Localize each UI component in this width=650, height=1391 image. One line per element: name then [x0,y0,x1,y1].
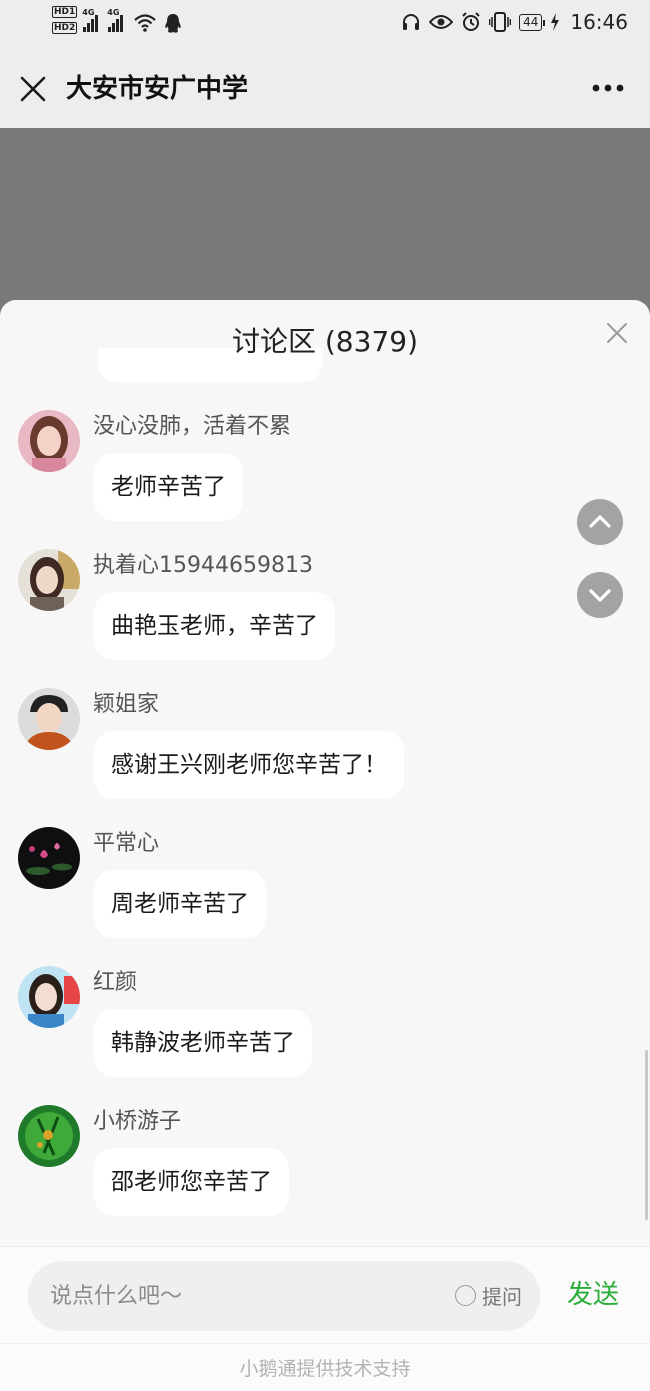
message-item: 颖姐家 感谢王兴刚老师您辛苦了！ [0,688,650,818]
more-icon [592,84,624,92]
radio-circle-icon [455,1285,476,1306]
scroll-up-button[interactable] [577,499,623,545]
comment-input[interactable] [50,1261,430,1331]
message-list[interactable]: 没心没肺，活着不累 老师辛苦了 执着心15944659813 曲艳玉老师，辛苦了 [0,300,650,1246]
close-icon [607,323,627,343]
message-bubble[interactable]: 曲艳玉老师，辛苦了 [94,592,335,660]
more-button[interactable] [588,76,628,100]
avatar[interactable] [18,688,80,750]
vibrate-icon [489,12,512,32]
status-right: 44 16:46 [401,10,628,34]
avatar-girl-sky-icon [18,966,80,1028]
hd2-badge: HD2 [52,22,78,34]
ask-question-toggle[interactable]: 提问 [455,1281,522,1310]
message-item: 平常心 周老师辛苦了 [0,827,650,957]
powered-by-footer: 小鹅通提供技术支持 [0,1343,650,1391]
message-item: 小桥游子 邵老师您辛苦了 [0,1105,650,1235]
scroll-down-button[interactable] [577,572,623,618]
status-bar: HD1 HD2 4G 4G 44 16:46 [0,0,650,50]
avatar-boy-icon [18,688,80,750]
footer-text: 小鹅通提供技术支持 [239,1358,411,1380]
chevron-up-icon [589,515,611,528]
hd1-badge: HD1 [52,6,78,18]
message-bubble[interactable]: 邵老师您辛苦了 [94,1148,289,1216]
avatar[interactable] [18,1105,80,1167]
wifi-icon [134,14,157,32]
headset-icon [403,14,420,30]
send-button[interactable]: 发送 [567,1275,619,1315]
discussion-close-button[interactable] [604,320,630,346]
chevron-down-icon [589,589,611,602]
discussion-panel: 没心没肺，活着不累 老师辛苦了 执着心15944659813 曲艳玉老师，辛苦了 [0,300,650,1391]
discussion-title: 讨论区 (8379) [231,325,418,358]
scrollbar[interactable] [645,1050,648,1220]
battery-indicator: 44 [519,13,546,31]
avatar[interactable] [18,827,80,889]
ask-question-label: 提问 [482,1285,522,1309]
avatar-lotus-icon [18,827,80,889]
eye-comfort-icon [429,15,454,29]
avatar[interactable] [18,966,80,1028]
close-button[interactable] [16,72,50,106]
signal-2-icon: 4G [107,8,127,32]
close-icon [20,76,46,102]
status-time: 16:46 [570,10,628,34]
message-item: 执着心15944659813 曲艳玉老师，辛苦了 [0,549,650,679]
username: 小桥游子 [93,1109,182,1134]
username: 颖姐家 [93,692,160,717]
username: 没心没肺，活着不累 [93,414,292,439]
video-backdrop [0,128,650,328]
message-item: 红颜 韩静波老师辛苦了 [0,966,650,1096]
alarm-icon [462,12,480,31]
message-bubble[interactable]: 韩静波老师辛苦了 [94,1009,312,1077]
username: 红颜 [93,970,138,995]
avatar-girl-pink-icon [18,410,80,472]
message-bubble[interactable]: 感谢王兴刚老师您辛苦了！ [94,731,404,799]
input-bar: 提问 发送 [0,1246,650,1343]
signal-1-icon: 4G [82,8,102,32]
avatar[interactable] [18,549,80,611]
qq-icon [165,14,181,33]
hd-indicators: HD1 HD2 [52,6,78,34]
page-title: 大安市安广中学 [66,74,249,104]
message-bubble[interactable]: 老师辛苦了 [94,453,243,521]
nav-bar: 大安市安广中学 [0,50,650,128]
status-left: HD1 HD2 4G 4G [52,6,183,35]
avatar-green-plant-icon [18,1105,80,1167]
message-item: 没心没肺，活着不累 老师辛苦了 [0,410,650,540]
input-container: 提问 [28,1261,540,1331]
signal-1-label: 4G [82,8,95,17]
signal-2-label: 4G [107,8,120,17]
username: 平常心 [93,831,160,856]
charging-icon [551,13,560,31]
username: 执着心15944659813 [93,553,313,578]
avatar-girl-window-icon [18,549,80,611]
message-bubble[interactable]: 周老师辛苦了 [94,870,266,938]
avatar[interactable] [18,410,80,472]
